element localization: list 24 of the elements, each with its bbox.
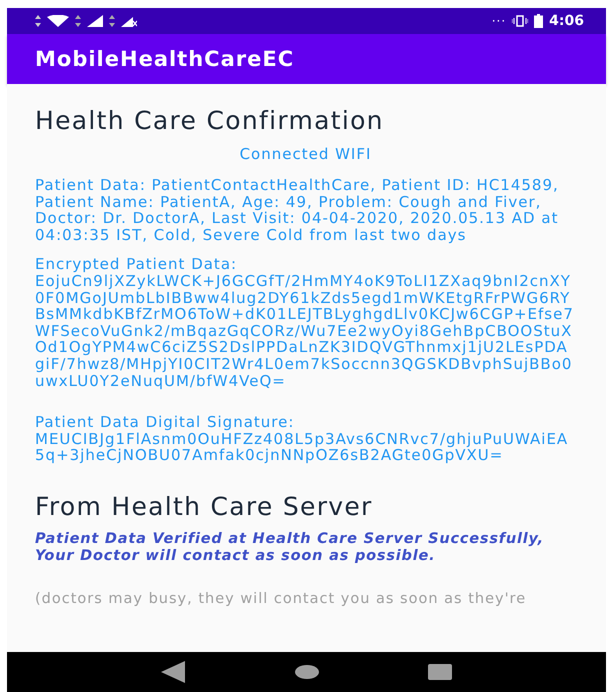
signature-label: Patient Data Digital Signature: (35, 414, 296, 431)
wifi-icon (47, 15, 69, 27)
verification-message: Patient Data Verified at Health Care Server Successfully, Your Doctor will contact as soon as possible. (35, 530, 545, 565)
encrypted-data-value: EojuCn9ljXZykLWCK+J6GCGfT/2HmMY4oK9ToLI1ZXaq9bnI2cnXY0F0MGoJUmbLbIBBww4lug2DY61kZds5egd1mWKEtgRFrPWG6RYBsMMkdbKBfZrMO6ToW+dK01LEJTBLyghgdLlv0KCJw6CGP+Efse7WFSecoVuGnk2/mBqazGqCORz/Wu7Ee2wyOyi8GehBpCBOOStuXOd1OgYPM4wC6ciZ5S2DslPPDaLnZK3IDQVGThnmxj1jU2LEsPDAgiF/7hwz8/MHpjYI0CIT2Wr4L0em7kSoccnn3QGSKDBvphSujBBo0uwxLU0Y2eNuqUM/bfW4VeQ= (35, 272, 575, 390)
signal-icon (87, 15, 103, 27)
home-icon (295, 665, 320, 679)
connection-status: Connected WIFI (238, 145, 372, 163)
recents-icon (428, 664, 452, 680)
encrypted-data-label: Encrypted Patient Data: (35, 256, 238, 273)
no-signal-icon (121, 15, 137, 27)
clock-time: 4:06 (549, 13, 584, 29)
vibrate-icon (512, 15, 528, 27)
patient-data-text: Patient Data: PatientContactHealthCare, Patient ID: HC14589, Patient Name: PatientA, Age: 49, Problem: Cough and Fiver, Doctor: Dr. DoctorA, Last Visit: 04-04-2020, 2020.05.13 AD at 04:03:35 IST, Cold, Severe Cold from last two days (35, 177, 560, 244)
app-title: MobileHealthCareEC (35, 47, 294, 71)
note-text: (doctors may busy, they will contact you as soon as they're (35, 590, 528, 607)
data-arrows-icon (75, 15, 81, 27)
back-icon (161, 661, 188, 683)
notification-dots: ··· (492, 14, 506, 28)
battery-icon (534, 14, 544, 28)
page-title: Health Care Confirmation (35, 106, 385, 135)
data-arrows-icon (109, 15, 115, 27)
signature-value: MEUCIBJg1FlAsnm0OuHFZz408L5p3Avs6CNRvc7/ghjuPuUWAiEA5q+3jheCjNOBU07Amfak0cjnNNpOZ6sB2AGte0GpVXU= (35, 430, 570, 464)
data-arrows-icon (35, 15, 41, 27)
section-title: From Health Care Server (35, 492, 374, 521)
